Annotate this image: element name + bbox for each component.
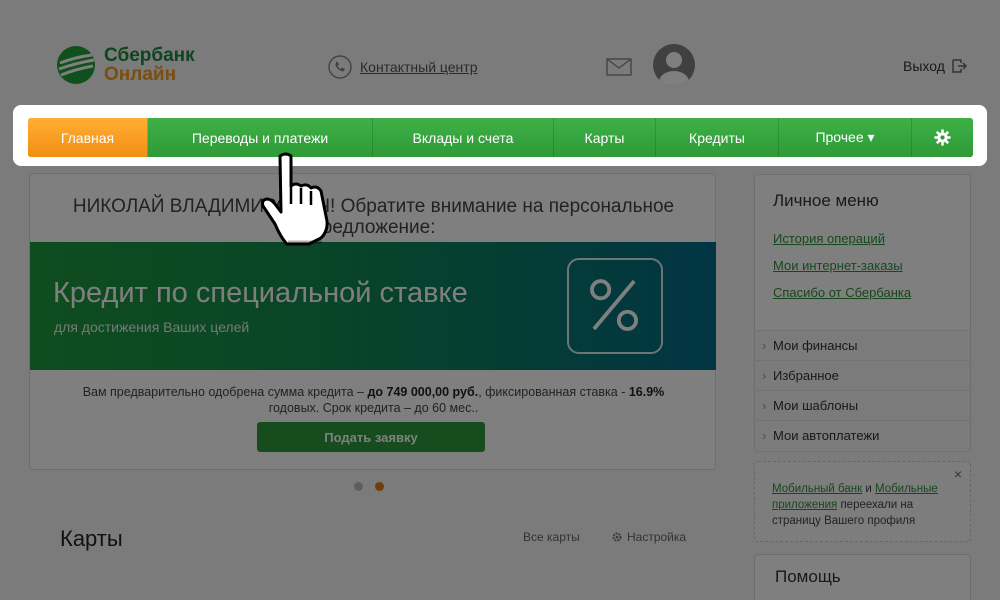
main-navigation: Главная Переводы и платежи Вклады и счет… [28,118,973,157]
nav-item-cards[interactable]: Карты [554,118,656,157]
sidebar-link-history[interactable]: История операций [773,231,885,246]
help-title: Помощь [775,567,841,586]
sberbank-logo[interactable]: Сбербанк Онлайн [54,44,214,86]
hand-cursor-icon [261,152,329,246]
contact-center-link[interactable]: Контактный центр [360,59,478,75]
sidebar-link-spasibo[interactable]: Спасибо от Сбербанка [773,285,911,300]
sidebar-section-templates[interactable]: Мои шаблоны [755,390,970,421]
percent-icon [567,258,663,354]
user-avatar[interactable] [653,44,695,86]
offer-rate: 16.9% [628,385,665,399]
apply-button[interactable]: Подать заявку [257,422,485,452]
help-box: Помощь [754,554,971,600]
user-silhouette-icon [659,52,689,86]
nav-item-deposits[interactable]: Вклады и счета [373,118,554,157]
gear-icon [612,532,622,542]
notice-box: × Мобильный банк и Мобильные приложения … [754,461,971,542]
sidebar-section-autopayments[interactable]: Мои автоплатежи [755,420,970,451]
nav-item-home[interactable]: Главная [28,118,148,157]
nav-item-credits[interactable]: Кредиты [656,118,779,157]
carousel-dot[interactable] [354,482,363,491]
sberbank-logo-icon [57,46,95,84]
cards-settings-label: Настройка [627,530,687,544]
mail-icon[interactable] [606,58,632,76]
offer-banner[interactable]: Кредит по специальной ставке для достиже… [30,242,716,370]
sidebar-section-favorites[interactable]: Избранное [755,360,970,391]
carousel-dots [354,482,396,491]
mobile-bank-link[interactable]: Мобильный банк [772,483,862,495]
nav-item-other[interactable]: Прочее ▾ [779,118,912,157]
logout-label: Выход [903,58,945,74]
banner-subtitle: для достижения Ваших целей [54,319,250,335]
sidebar-link-orders[interactable]: Мои интернет-заказы [773,258,903,273]
contact-center[interactable]: Контактный центр [328,55,478,79]
sidebar-section-finances[interactable]: Мои финансы [755,330,970,361]
notice-text: Мобильный банк и Мобильные приложения пе… [772,483,938,527]
personal-offer: НИКОЛАЙ ВЛАДИМИРОВИЧ! Обратите внимание … [29,173,716,470]
logout-icon [952,59,967,73]
offer-amount: до 749 000,00 руб. [367,385,479,399]
all-cards-link[interactable]: Все карты [523,530,580,544]
banner-title: Кредит по специальной ставке [53,277,468,309]
phone-icon [328,55,352,79]
offer-terms: Вам предварительно одобрена сумма кредит… [82,385,665,415]
offer-greeting: НИКОЛАЙ ВЛАДИМИРОВИЧ! Обратите внимание … [72,196,675,238]
personal-menu: Личное меню История операций Мои интерне… [754,174,971,452]
personal-menu-title: Личное меню [773,191,879,210]
close-icon[interactable]: × [954,466,962,482]
carousel-dot-active[interactable] [375,482,384,491]
cards-section-title: Карты [60,526,123,551]
gear-icon [934,129,951,146]
logo-line2: Онлайн [104,64,177,85]
cards-settings-link[interactable]: Настройка [611,530,686,544]
nav-settings-button[interactable] [912,118,973,157]
logo-line1: Сбербанк [104,45,195,66]
logout-link[interactable]: Выход [903,58,967,74]
